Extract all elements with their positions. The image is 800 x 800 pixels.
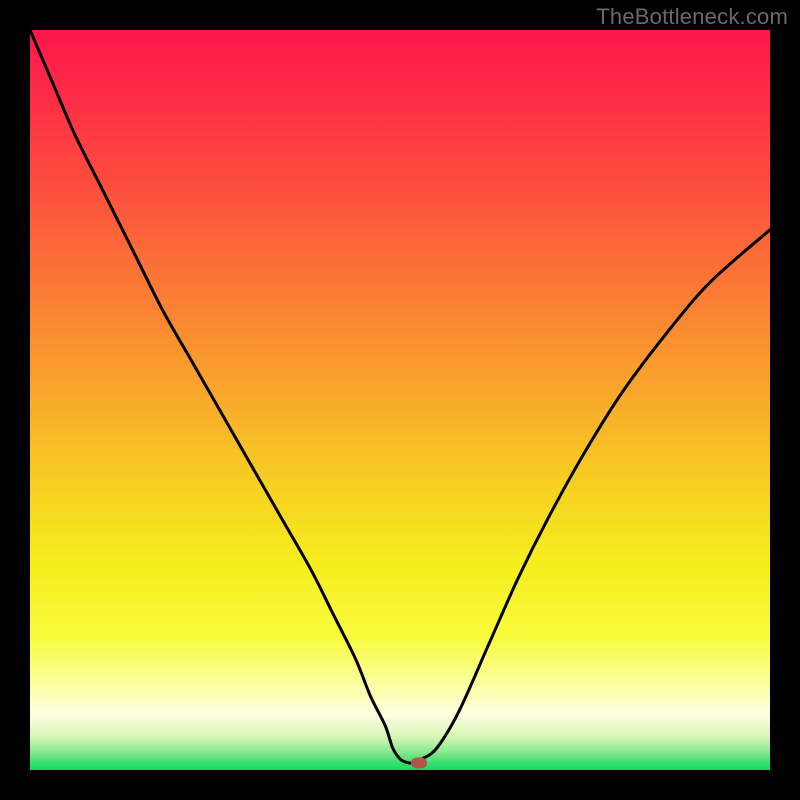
bottleneck-curve	[30, 30, 770, 763]
plot-area	[30, 30, 770, 770]
curve-layer	[30, 30, 770, 770]
chart-frame: TheBottleneck.com	[0, 0, 800, 800]
optimal-point-marker	[411, 757, 427, 768]
watermark-text: TheBottleneck.com	[596, 4, 788, 30]
